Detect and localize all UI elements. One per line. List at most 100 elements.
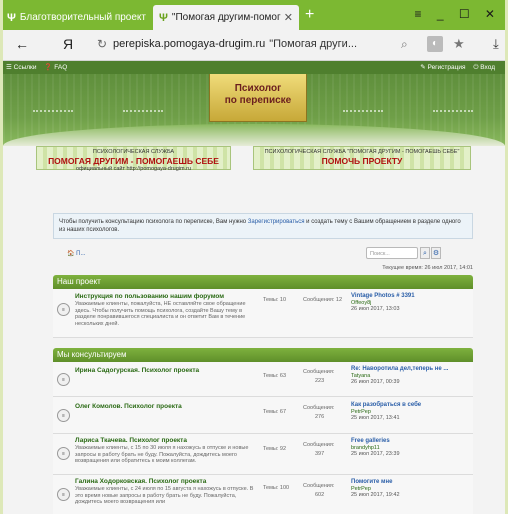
topics-count: Темы: 67 (263, 409, 287, 415)
reload-icon[interactable]: ↻ (97, 37, 107, 51)
forum-title[interactable]: Галина Ходорковская. Психолог проекта (75, 478, 206, 485)
links-label: Ссылки (13, 64, 37, 71)
psi-favicon-icon: Ψ (7, 11, 16, 24)
back-arrow-icon[interactable]: ← (15, 36, 29, 52)
category-header[interactable]: Наш проект (53, 275, 473, 289)
window-controls[interactable]: ≡ _ ☐ ✕ (415, 7, 502, 21)
posts-count: 397 (315, 451, 325, 457)
star-bookmark-icon[interactable]: ★ (453, 36, 465, 52)
registration-notice: Чтобы получить консультацию психолога по… (53, 213, 473, 239)
login-label: Вход (480, 64, 495, 71)
login-link[interactable]: ⏻ Вход (473, 64, 495, 71)
posts-count: 276 (315, 414, 325, 420)
forum-title[interactable]: Ирина Садогурская. Психолог проекта (75, 367, 199, 374)
forum-row[interactable]: ≡ Лариса Ткачева. Психолог проекта Уважа… (53, 434, 473, 475)
tab-label: Благотворительный проект (19, 12, 146, 23)
topics-count: Темы: 63 (263, 373, 287, 379)
logo-line-2: по переписке (224, 95, 292, 106)
advanced-search-gear-icon[interactable]: ⚙ (431, 247, 441, 259)
faq-label: FAQ (54, 64, 68, 71)
tab-active-forum[interactable]: Ψ "Помогая другим-помог ✕ (153, 5, 299, 30)
forum-read-icon: ≡ (57, 447, 70, 460)
topics-count: Темы: 100 (263, 485, 290, 491)
url-field[interactable]: perepiska.pomogaya-drugim.ru "Помогая дру… (113, 38, 383, 50)
forum-title[interactable]: Олег Комолов. Психолог проекта (75, 403, 182, 410)
url-page-title: "Помогая други... (269, 38, 357, 50)
last-post: Free galleries brandyhp11 25 июл 2017, 2… (351, 438, 471, 458)
category-header[interactable]: Мы консультируем (53, 348, 473, 362)
download-icon[interactable]: ⤓ (493, 36, 499, 52)
browser-window: Ψ Благотворительный проект Ψ "Помогая др… (3, 0, 505, 514)
last-post: Re: Наворотила дел,теперь не ... Tatyana… (351, 366, 471, 386)
search-button-icon[interactable]: ⌕ (420, 247, 430, 259)
posts-count: Сообщения: 12 (303, 297, 343, 303)
forum-read-icon: ≡ (57, 373, 70, 386)
register-label: Регистрация (427, 64, 466, 71)
last-post: Как разобраться в себе PetrPep 25 июл 20… (351, 402, 471, 422)
forum-row[interactable]: ≡ Олег Комолов. Психолог проекта Темы: 6… (53, 397, 473, 434)
register-link[interactable]: ✎ Регистрация (420, 64, 465, 71)
ornament (33, 96, 73, 112)
register-notice-link[interactable]: Зарегистрироваться (248, 219, 305, 225)
home-label: П... (76, 251, 86, 257)
last-post-date: 25 июл 2017, 13:41 (351, 415, 400, 421)
forum-description: Уважаемые клиенты, с 15 по 30 июля я нах… (75, 445, 249, 464)
forum-row[interactable]: ≡ Ирина Садогурская. Психолог проекта Те… (53, 362, 473, 397)
home-breadcrumb[interactable]: 🏠 П... (67, 250, 85, 257)
banner-row: ПСИХОЛОГИЧЕСКАЯ СЛУЖБА ПОМОГАЯ ДРУГИМ - … (3, 146, 505, 172)
banner-site-text: официальный сайт http://pomogaya-drugim.… (75, 166, 192, 172)
posts-label: Сообщения: (303, 405, 335, 411)
forum-title[interactable]: Инструкция по пользованию нашим форумом (75, 293, 224, 300)
site-logo[interactable]: Психолог по переписке (209, 74, 307, 122)
address-bar: ← Я ↻ perepiska.pomogaya-drugim.ru "Помог… (3, 30, 505, 61)
ornament (343, 96, 383, 112)
new-tab-icon[interactable]: + (305, 6, 314, 24)
notice-text: Чтобы получить консультацию психолога по… (59, 219, 248, 225)
last-post-date: 25 июл 2017, 23:39 (351, 451, 400, 457)
psi-favicon-icon: Ψ (159, 11, 168, 24)
forum-read-icon: ≡ (57, 409, 70, 422)
last-post-date: 26 июл 2017, 00:39 (351, 379, 400, 385)
ornament (123, 96, 163, 112)
extension-icon[interactable]: ◐ (427, 36, 443, 52)
topics-count: Темы: 10 (263, 297, 287, 303)
close-tab-icon[interactable]: ✕ (284, 11, 293, 24)
top-nav: ☰ Ссылки ❓ FAQ ✎ Регистрация ⏻ Вход (3, 61, 505, 74)
forum-read-icon: ≡ (57, 488, 70, 501)
banner-small-text: ПСИХОЛОГИЧЕСКАЯ СЛУЖБА (92, 149, 175, 155)
forum-page: ☰ Ссылки ❓ FAQ ✎ Регистрация ⏻ Вход Псих… (3, 61, 505, 514)
forum-description: Уважаемые клиенты, с 24 июля по 15 авгус… (75, 486, 254, 505)
last-post-date: 26 июл 2017, 13:03 (351, 306, 400, 312)
forum-content: Чтобы получить консультацию психолога по… (53, 213, 473, 514)
forum-row[interactable]: ≡ Галина Ходорковская. Психолог проекта … (53, 475, 473, 514)
faq-link[interactable]: ❓ FAQ (44, 64, 67, 71)
logo-line-1: Психолог (234, 83, 282, 94)
breadcrumb: 🏠 П... Поиск... ⌕ ⚙ (53, 247, 473, 261)
ornament (433, 96, 473, 112)
topics-count: Темы: 92 (263, 446, 287, 452)
yandex-logo-icon[interactable]: Я (63, 36, 73, 52)
site-header: Психолог по переписке (3, 74, 505, 146)
banner-small-text: ПСИХОЛОГИЧЕСКАЯ СЛУЖБА "ПОМОГАЯ ДРУГИМ -… (264, 149, 460, 155)
last-post: Помогите мне PetrPep 25 июл 2017, 19:42 (351, 479, 471, 499)
tab-charity-project[interactable]: Ψ Благотворительный проект (7, 5, 153, 30)
tab-bar: Ψ Благотворительный проект Ψ "Помогая др… (3, 0, 505, 30)
service-banner[interactable]: ПСИХОЛОГИЧЕСКАЯ СЛУЖБА ПОМОГАЯ ДРУГИМ - … (36, 146, 231, 172)
tab-label: "Помогая другим-помог (171, 12, 281, 23)
posts-label: Сообщения: (303, 369, 335, 375)
search-input[interactable]: Поиск... (366, 247, 418, 259)
forum-read-icon: ≡ (57, 303, 70, 316)
last-post-date: 25 июл 2017, 19:42 (351, 492, 400, 498)
header-wave (3, 124, 505, 146)
last-post: Vintage Photos # 3391 Offeoy8j 26 июл 20… (351, 293, 471, 313)
forum-description: Уважаемые клиенты, пожалуйста, НЕ оставл… (75, 301, 246, 327)
posts-label: Сообщения: (303, 483, 335, 489)
forum-row[interactable]: ≡ Инструкция по пользованию нашим форумо… (53, 289, 473, 338)
help-project-banner[interactable]: ПСИХОЛОГИЧЕСКАЯ СЛУЖБА "ПОМОГАЯ ДРУГИМ -… (253, 146, 471, 170)
posts-count: 602 (315, 492, 325, 498)
links-menu[interactable]: ☰ Ссылки (6, 64, 37, 71)
forum-title[interactable]: Лариса Ткачева. Психолог проекта (75, 437, 187, 444)
search-icon[interactable]: ⌕ (401, 37, 408, 52)
current-time: Текущее время: 26 июл 2017, 14:01 (382, 265, 473, 271)
banner-big-text: ПОМОЧЬ ПРОЕКТУ (321, 156, 403, 166)
